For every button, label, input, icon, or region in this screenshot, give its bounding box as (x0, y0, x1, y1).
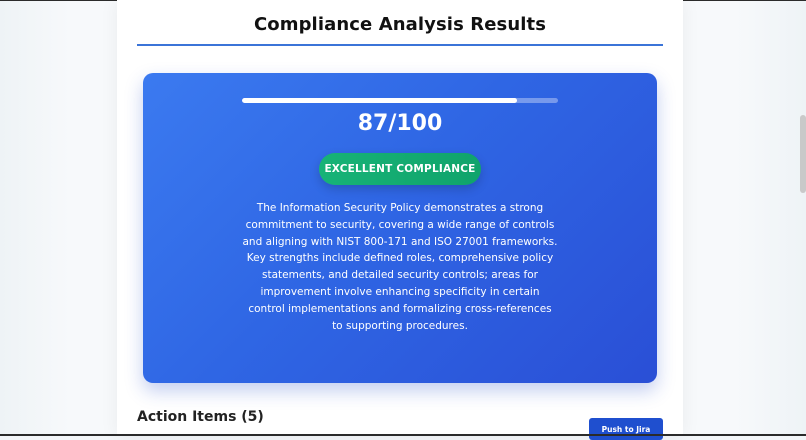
status-badge: EXCELLENT COMPLIANCE (319, 153, 481, 185)
push-to-jira-button[interactable]: Push to Jira (589, 418, 663, 440)
analysis-summary: The Information Security Policy demonstr… (242, 200, 558, 334)
score-progress-bar (242, 98, 558, 103)
title-underline (137, 44, 663, 46)
compliance-score-panel: 87/100 EXCELLENT COMPLIANCE The Informat… (143, 73, 657, 383)
results-container: Compliance Analysis Results 87/100 EXCEL… (117, 0, 683, 436)
page-title: Compliance Analysis Results (117, 14, 683, 35)
page-scrollbar[interactable] (800, 0, 806, 436)
scrollbar-thumb[interactable] (800, 115, 806, 193)
action-items-heading: Action Items (5) (137, 409, 264, 425)
score-progress-fill (242, 98, 517, 103)
score-value: 87/100 (143, 111, 657, 136)
